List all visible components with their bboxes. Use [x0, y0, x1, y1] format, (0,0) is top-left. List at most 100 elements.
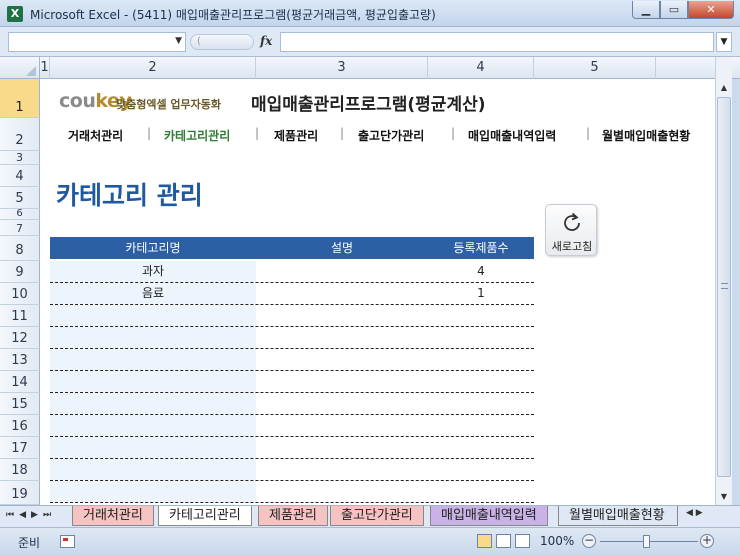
cell-category-name[interactable]	[50, 481, 256, 502]
cell-category-name[interactable]	[50, 459, 256, 480]
chevron-down-icon: ▼	[720, 37, 728, 47]
table-row[interactable]	[50, 459, 534, 481]
column-header[interactable]: 4	[428, 57, 534, 79]
cell-product-count[interactable]: 4	[428, 261, 534, 282]
table-row[interactable]: 과자 4	[50, 261, 534, 283]
sheet-tab-outbound-price[interactable]: 출고단가관리	[330, 506, 424, 526]
nav-purchase-sales-entry[interactable]: 매입매출내역입력	[468, 127, 556, 144]
zoom-out-button[interactable]: −	[582, 534, 596, 548]
cell-category-name[interactable]	[50, 305, 256, 326]
formula-input[interactable]	[280, 32, 714, 52]
maximize-button[interactable]: ▭	[660, 1, 688, 19]
row-header[interactable]: 12	[0, 327, 40, 349]
macro-record-icon[interactable]	[60, 535, 75, 548]
column-header[interactable]: 3	[256, 57, 428, 79]
horizontal-scroll-icons[interactable]: ◀ ▶	[686, 508, 716, 525]
page-title: 카테고리 관리	[56, 181, 203, 210]
table-row[interactable]	[50, 349, 534, 371]
chevron-down-icon[interactable]: ▼	[175, 36, 182, 46]
row-header[interactable]: 3	[0, 151, 40, 165]
table-row[interactable]	[50, 437, 534, 459]
row-header[interactable]: 1	[0, 79, 40, 118]
cell-category-name[interactable]	[50, 327, 256, 348]
column-header[interactable]: 6	[656, 57, 716, 79]
row-header[interactable]: 4	[0, 165, 40, 187]
table-row[interactable]: 음료 1	[50, 283, 534, 305]
status-ready: 준비	[18, 536, 41, 550]
insert-function-button[interactable]: fx	[260, 34, 272, 48]
table-row[interactable]	[50, 305, 534, 327]
sheet-tab-customer[interactable]: 거래처관리	[72, 506, 154, 526]
zoom-in-button[interactable]: +	[700, 534, 714, 548]
vertical-scrollbar[interactable]: ▲ ▼	[715, 57, 732, 505]
worksheet[interactable]: coukey 맞춤형엑셀 업무자동화 매입매출관리프로그램(평균계산) 거래처관…	[40, 79, 715, 505]
row-header[interactable]: 11	[0, 305, 40, 327]
page-layout-view-button[interactable]	[496, 534, 511, 548]
nav-separator: |	[147, 126, 152, 140]
table-row[interactable]	[50, 371, 534, 393]
table-row[interactable]	[50, 327, 534, 349]
nav-customer-management[interactable]: 거래처관리	[68, 127, 123, 144]
close-button[interactable]: ✕	[688, 1, 734, 19]
excel-app-icon[interactable]: X	[7, 6, 23, 22]
refresh-button[interactable]: 새로고침	[545, 204, 597, 256]
minimize-button[interactable]: ▁	[632, 1, 660, 19]
row-header[interactable]: 15	[0, 393, 40, 415]
sheet-tab-purchase-sales-entry[interactable]: 매입매출내역입력	[430, 506, 548, 526]
cell-category-name[interactable]	[50, 415, 256, 436]
nav-monthly-purchase-sales[interactable]: 월별매입매출현황	[602, 127, 690, 144]
cell-category-name[interactable]: 과자	[50, 261, 256, 282]
select-all-button[interactable]	[0, 57, 40, 79]
row-header[interactable]: 9	[0, 261, 40, 283]
scroll-up-icon[interactable]: ▲	[716, 79, 732, 96]
formula-bar-expand-button[interactable]: ▼	[716, 32, 732, 52]
row-header[interactable]: 5	[0, 187, 40, 209]
name-box[interactable]: ▼	[8, 32, 186, 52]
row-header[interactable]: 10	[0, 283, 40, 305]
formula-expand-pill[interactable]: (	[190, 34, 254, 50]
zoom-level[interactable]: 100%	[540, 534, 574, 548]
row-header[interactable]: 19	[0, 481, 40, 505]
cell-category-name[interactable]	[50, 437, 256, 458]
nav-outbound-price-management[interactable]: 출고단가관리	[358, 127, 424, 144]
row-header[interactable]: 7	[0, 220, 40, 236]
cell-category-name[interactable]	[50, 349, 256, 370]
close-icon: ✕	[706, 3, 716, 16]
row-header[interactable]: 13	[0, 349, 40, 371]
sheet-navigation-icons[interactable]: ⏮◀▶⏭	[6, 510, 56, 520]
maximize-icon: ▭	[668, 3, 680, 16]
sheet-tab-category[interactable]: 카테고리관리	[158, 506, 252, 526]
cell-category-name[interactable]: 음료	[50, 283, 256, 304]
row-header[interactable]: 17	[0, 437, 40, 459]
program-title: 매입매출관리프로그램(평균계산)	[251, 95, 486, 115]
table-row[interactable]	[50, 481, 534, 503]
column-header[interactable]: 5	[534, 57, 656, 79]
page-break-view-button[interactable]	[515, 534, 530, 548]
table-row[interactable]	[50, 393, 534, 415]
sheet-tab-monthly[interactable]: 월별매입매출현황	[558, 506, 678, 526]
scroll-down-icon[interactable]: ▼	[716, 488, 732, 505]
row-header[interactable]: 2	[0, 118, 40, 151]
formula-bar: ▼ ( fx ▼	[0, 27, 740, 57]
refresh-label: 새로고침	[551, 240, 593, 253]
row-header[interactable]: 18	[0, 459, 40, 481]
nav-category-management[interactable]: 카테고리관리	[164, 127, 230, 144]
sheet-tab-product[interactable]: 제품관리	[258, 506, 328, 526]
row-header[interactable]: 14	[0, 371, 40, 393]
scrollbar-thumb[interactable]	[717, 97, 731, 477]
cell-category-name[interactable]	[50, 371, 256, 392]
normal-view-button[interactable]	[477, 534, 492, 548]
cell-category-name[interactable]	[50, 393, 256, 414]
column-header-bar: 1 2 3 4 5 6	[0, 57, 740, 79]
status-bar: 준비 100% − +	[0, 527, 740, 555]
row-header[interactable]: 8	[0, 236, 40, 261]
zoom-slider-thumb[interactable]	[643, 535, 650, 548]
nav-product-management[interactable]: 제품관리	[274, 127, 318, 144]
column-header[interactable]: 2	[50, 57, 256, 79]
table-row[interactable]	[50, 415, 534, 437]
window-title: Microsoft Excel - (5411) 매입매출관리프로그램(평균거래…	[30, 8, 436, 22]
column-header[interactable]: 1	[40, 57, 50, 79]
row-header[interactable]: 6	[0, 208, 40, 220]
row-header[interactable]: 16	[0, 415, 40, 437]
cell-product-count[interactable]: 1	[428, 283, 534, 304]
